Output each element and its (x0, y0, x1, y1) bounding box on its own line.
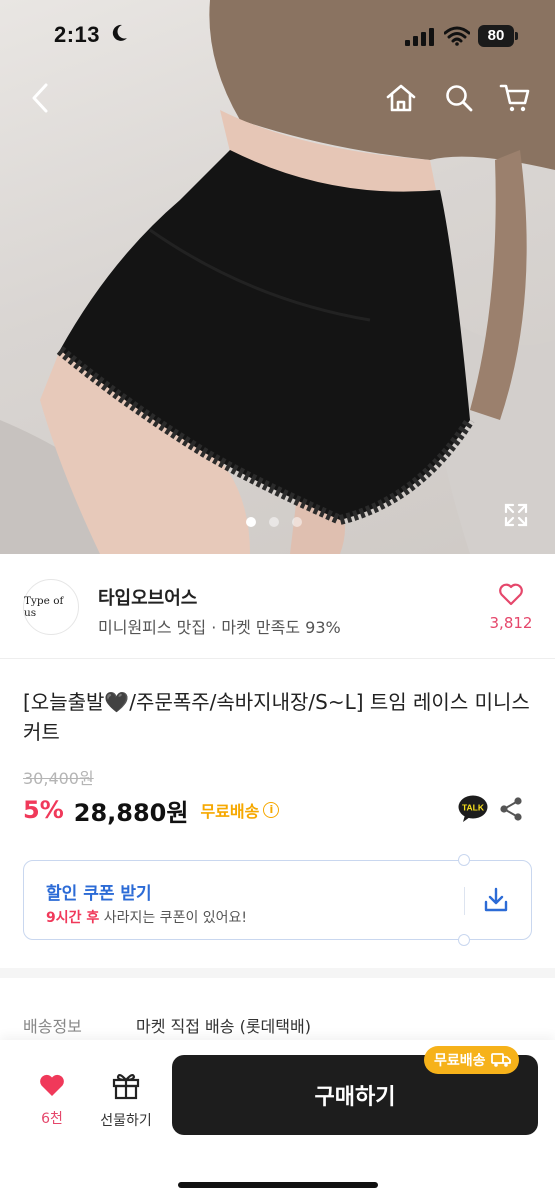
gift-button[interactable]: 선물하기 (94, 1070, 158, 1130)
section-divider (0, 968, 555, 978)
expand-image-button[interactable] (500, 499, 532, 531)
seller-like-count: 3,812 (489, 614, 533, 632)
kakao-talk-button[interactable]: TALK (458, 795, 488, 827)
product-image-carousel[interactable]: 2:13 80 (0, 0, 555, 554)
truck-icon (490, 1053, 511, 1067)
wishlist-count: 6천 (41, 1111, 63, 1127)
back-button[interactable] (22, 80, 58, 116)
wishlist-button[interactable]: 6천 (26, 1072, 78, 1128)
battery-tip (515, 32, 518, 40)
info-icon[interactable]: i (263, 802, 280, 818)
svg-text:TALK: TALK (462, 803, 485, 813)
carousel-dot-1[interactable] (246, 517, 256, 527)
seller-name[interactable]: 타입오브어스 (98, 584, 197, 610)
seller-section[interactable]: Type of us 타입오브어스 미니원피스 맛집 · 마켓 만족도 93% … (0, 554, 555, 659)
status-time: 2:13 (54, 22, 101, 47)
seller-like-button[interactable]: 3,812 (486, 582, 536, 632)
carousel-dot-2[interactable] (269, 517, 279, 527)
coupon-notch-bottom (458, 934, 470, 946)
gift-icon (112, 1073, 140, 1100)
shipping-label: 배송정보 (23, 1017, 82, 1036)
carousel-indicator (246, 517, 302, 527)
product-title: [오늘출발🖤/주문폭주/속바지내장/S~L] 트임 레이스 미니스커트 (23, 690, 530, 744)
price-row: 5% 28,880원 무료배송 i (23, 793, 280, 827)
moon-icon (112, 24, 127, 41)
seller-logo[interactable]: Type of us (23, 579, 79, 635)
carousel-dot-3[interactable] (292, 517, 302, 527)
heart-icon (499, 583, 523, 606)
discount-rate: 5% (23, 796, 64, 824)
share-icon (500, 797, 522, 821)
coupon-divider (464, 887, 465, 915)
share-button[interactable] (498, 796, 524, 826)
home-button[interactable] (383, 80, 419, 116)
bottom-action-bar: 6천 선물하기 구매하기 무료배송 (0, 1040, 555, 1200)
cart-icon (499, 84, 530, 112)
status-bar: 2:13 80 (0, 0, 555, 70)
sale-price: 28,880원 (73, 798, 189, 827)
battery-indicator: 80 (478, 25, 514, 47)
search-button[interactable] (441, 80, 477, 116)
gift-label: 선물하기 (100, 1113, 152, 1129)
home-indicator (178, 1182, 378, 1188)
expand-icon (504, 503, 528, 527)
free-shipping-badge: 무료배송 (424, 1046, 519, 1074)
chevron-left-icon (32, 83, 48, 113)
search-icon (446, 85, 473, 112)
cart-button[interactable] (497, 80, 533, 116)
coupon-time-left: 9시간 후 (46, 910, 100, 926)
download-icon (484, 887, 508, 912)
wifi-icon (444, 26, 470, 46)
home-icon (386, 84, 416, 112)
coupon-notch-top (458, 854, 470, 866)
heart-icon (40, 1074, 64, 1096)
original-price: 30,400원 (23, 769, 94, 788)
coupon-desc-text: 사라지는 쿠폰이 있어요! (99, 910, 248, 926)
kakao-talk-icon: TALK (458, 795, 488, 822)
seller-meta: 미니원피스 맛집 · 마켓 만족도 93% (98, 618, 341, 637)
free-shipping-label: 무료배송 (200, 802, 260, 821)
coupon-title: 할인 쿠폰 받기 (46, 884, 152, 904)
coupon-download-button[interactable] (482, 886, 510, 918)
shipping-value: 마켓 직접 배송 (롯데택배) (136, 1017, 311, 1036)
signal-icon (405, 28, 434, 46)
coupon-description: 9시간 후 사라지는 쿠폰이 있어요! (46, 907, 247, 927)
coupon-banner[interactable]: 할인 쿠폰 받기 9시간 후 사라지는 쿠폰이 있어요! (23, 854, 532, 946)
free-shipping-badge-label: 무료배송 (434, 1053, 486, 1069)
